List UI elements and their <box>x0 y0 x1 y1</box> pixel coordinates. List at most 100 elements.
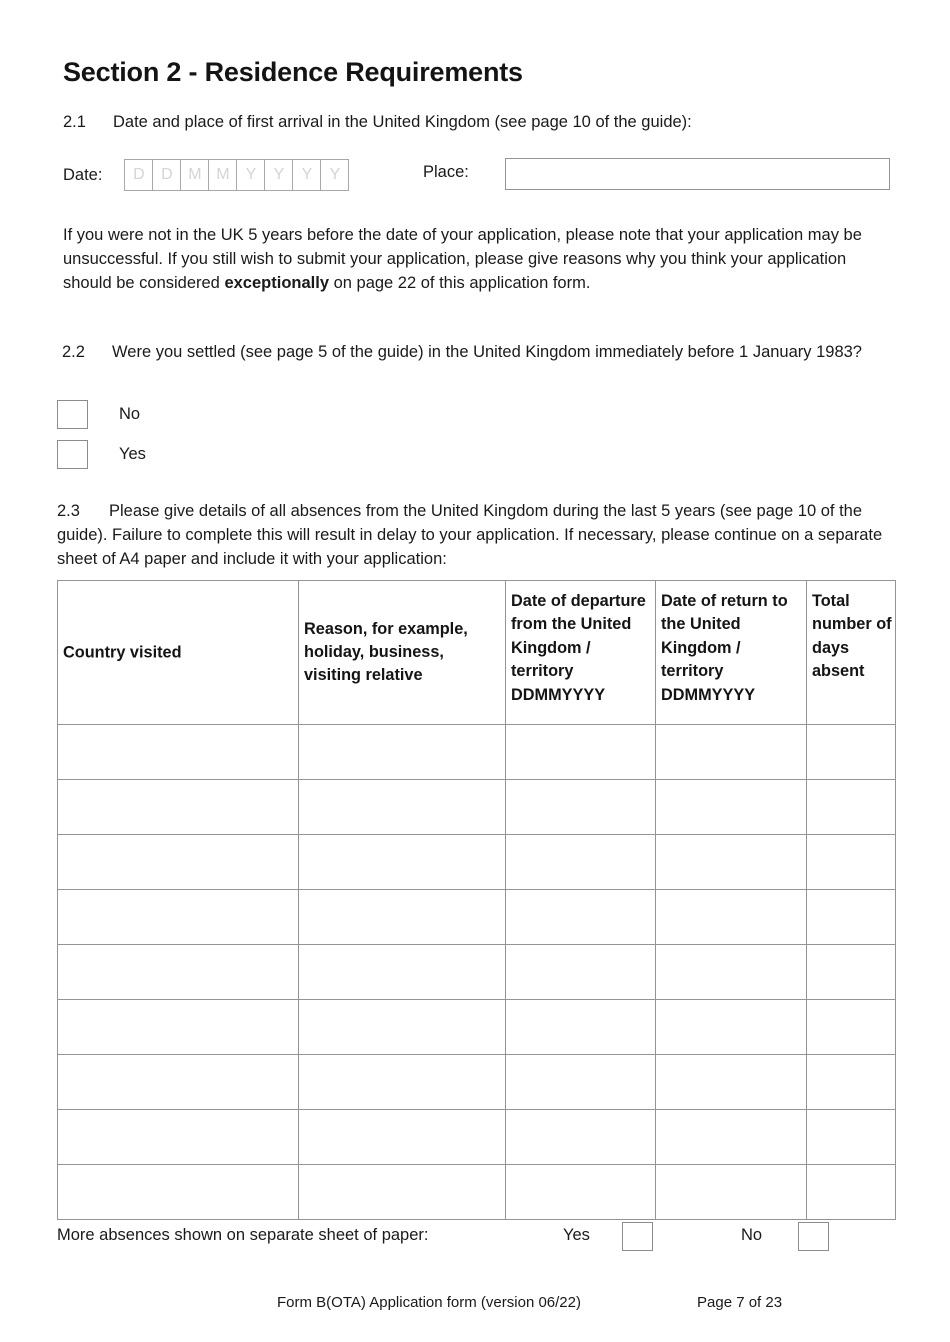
absences-header-departure-date-label: Date of departure from the United Kingdo… <box>511 592 646 704</box>
more-absences-no-label: No <box>741 1226 763 1244</box>
absence-cell-reason[interactable] <box>298 834 506 890</box>
settled-label-no: No <box>119 405 141 423</box>
date-cell-m1[interactable]: M <box>180 159 210 191</box>
more-absences-yes-label: Yes <box>563 1226 590 1244</box>
absences-header-country: Country visited <box>57 580 299 725</box>
settled-option-no[interactable]: No <box>57 400 140 429</box>
absence-cell-departure[interactable] <box>505 1164 656 1220</box>
absence-cell-days[interactable] <box>806 944 896 1000</box>
question-2-1-text: Date and place of first arrival in the U… <box>113 113 692 131</box>
absence-cell-return[interactable] <box>655 999 807 1055</box>
settled-label-yes: Yes <box>119 445 146 463</box>
date-label: Date: <box>63 165 103 184</box>
absence-cell-country[interactable] <box>57 889 299 945</box>
date-cell-d1[interactable]: D <box>124 159 154 191</box>
table-row <box>57 1164 896 1220</box>
table-row <box>57 1109 896 1165</box>
question-2-2-text: Were you settled (see page 5 of the guid… <box>112 343 862 361</box>
place-input[interactable] <box>505 158 890 190</box>
absence-cell-reason[interactable] <box>298 999 506 1055</box>
question-2-3: 2.3 Please give details of all absences f… <box>57 499 887 572</box>
absence-cell-reason[interactable] <box>298 724 506 780</box>
absences-header-return-date: Date of return to the United Kingdom / t… <box>655 580 807 725</box>
residence-note-part2: on page 22 of this application form. <box>329 274 591 293</box>
settled-checkbox-yes[interactable] <box>57 440 88 469</box>
residence-note: If you were not in the UK 5 years before… <box>63 223 875 296</box>
date-cell-y4[interactable]: Y <box>320 159 350 191</box>
absence-cell-country[interactable] <box>57 944 299 1000</box>
absence-cell-country[interactable] <box>57 724 299 780</box>
settled-checkbox-no[interactable] <box>57 400 88 429</box>
absence-cell-departure[interactable] <box>505 1109 656 1165</box>
absence-cell-departure[interactable] <box>505 999 656 1055</box>
absence-cell-return[interactable] <box>655 1164 807 1220</box>
table-row <box>57 1054 896 1110</box>
table-row <box>57 724 896 780</box>
absence-cell-departure[interactable] <box>505 779 656 835</box>
absence-cell-reason[interactable] <box>298 1164 506 1220</box>
settled-option-yes[interactable]: Yes <box>57 440 146 469</box>
absence-cell-days[interactable] <box>806 779 896 835</box>
absences-header-reason: Reason, for example, holiday, business, … <box>298 580 506 725</box>
question-2-1-number: 2.1 <box>63 113 86 131</box>
question-2-3-text: Please give details of all absences from… <box>57 502 883 569</box>
question-2-1: 2.1 Date and place of first arrival in th… <box>63 113 692 132</box>
absences-header-reason-label: Reason, for example, holiday, business, … <box>304 619 468 685</box>
date-cell-y3[interactable]: Y <box>292 159 322 191</box>
date-of-arrival-row: Date: D D M M Y Y Y Y <box>63 158 350 192</box>
absence-cell-days[interactable] <box>806 889 896 945</box>
table-row <box>57 779 896 835</box>
residence-note-emphasis: exceptionally <box>224 274 329 293</box>
date-cell-m2[interactable]: M <box>208 159 238 191</box>
absence-cell-reason[interactable] <box>298 889 506 945</box>
absence-cell-reason[interactable] <box>298 779 506 835</box>
absence-cell-return[interactable] <box>655 1054 807 1110</box>
absence-cell-return[interactable] <box>655 724 807 780</box>
absence-cell-country[interactable] <box>57 1054 299 1110</box>
absence-cell-return[interactable] <box>655 944 807 1000</box>
absence-cell-return[interactable] <box>655 889 807 945</box>
absence-cell-days[interactable] <box>806 834 896 890</box>
absence-cell-departure[interactable] <box>505 889 656 945</box>
table-row <box>57 889 896 945</box>
absences-header-country-label: Country visited <box>63 642 182 661</box>
absence-cell-return[interactable] <box>655 834 807 890</box>
absence-cell-departure[interactable] <box>505 724 656 780</box>
absence-cell-days[interactable] <box>806 1164 896 1220</box>
footer-page-number: Page 7 of 23 <box>697 1294 783 1311</box>
absence-cell-days[interactable] <box>806 999 896 1055</box>
footer-form-reference: Form B(OTA) Application form (version 06… <box>277 1294 581 1311</box>
absence-cell-country[interactable] <box>57 1164 299 1220</box>
absence-cell-reason[interactable] <box>298 1109 506 1165</box>
absence-cell-reason[interactable] <box>298 944 506 1000</box>
absence-cell-country[interactable] <box>57 999 299 1055</box>
absence-cell-country[interactable] <box>57 1109 299 1165</box>
absence-cell-return[interactable] <box>655 1109 807 1165</box>
absence-cell-days[interactable] <box>806 1054 896 1110</box>
absences-table-body <box>57 724 896 1220</box>
form-page: Section 2 - Residence Requirements 2.1 Da… <box>0 0 950 1342</box>
absence-cell-days[interactable] <box>806 724 896 780</box>
more-absences-checkbox-no[interactable] <box>798 1222 829 1251</box>
table-row <box>57 999 896 1055</box>
absences-header-total-days-label: Total number of days absent <box>812 592 892 681</box>
absence-cell-departure[interactable] <box>505 834 656 890</box>
absence-cell-departure[interactable] <box>505 1054 656 1110</box>
absence-cell-reason[interactable] <box>298 1054 506 1110</box>
date-cell-d2[interactable]: D <box>152 159 182 191</box>
more-absences-label: More absences shown on separate sheet of… <box>57 1226 429 1244</box>
more-absences-checkbox-yes[interactable] <box>622 1222 653 1251</box>
absence-cell-country[interactable] <box>57 834 299 890</box>
question-2-2-number: 2.2 <box>62 343 85 361</box>
absences-table: Country visited Reason, for example, hol… <box>57 580 896 1220</box>
absences-header-return-date-label: Date of return to the United Kingdom / t… <box>661 592 788 704</box>
date-cell-y2[interactable]: Y <box>264 159 294 191</box>
absence-cell-days[interactable] <box>806 1109 896 1165</box>
absence-cell-country[interactable] <box>57 779 299 835</box>
date-cell-y1[interactable]: Y <box>236 159 266 191</box>
absences-header-departure-date: Date of departure from the United Kingdo… <box>505 580 656 725</box>
absence-cell-departure[interactable] <box>505 944 656 1000</box>
table-row <box>57 834 896 890</box>
absence-cell-return[interactable] <box>655 779 807 835</box>
date-input-group[interactable]: D D M M Y Y Y Y <box>124 159 350 191</box>
